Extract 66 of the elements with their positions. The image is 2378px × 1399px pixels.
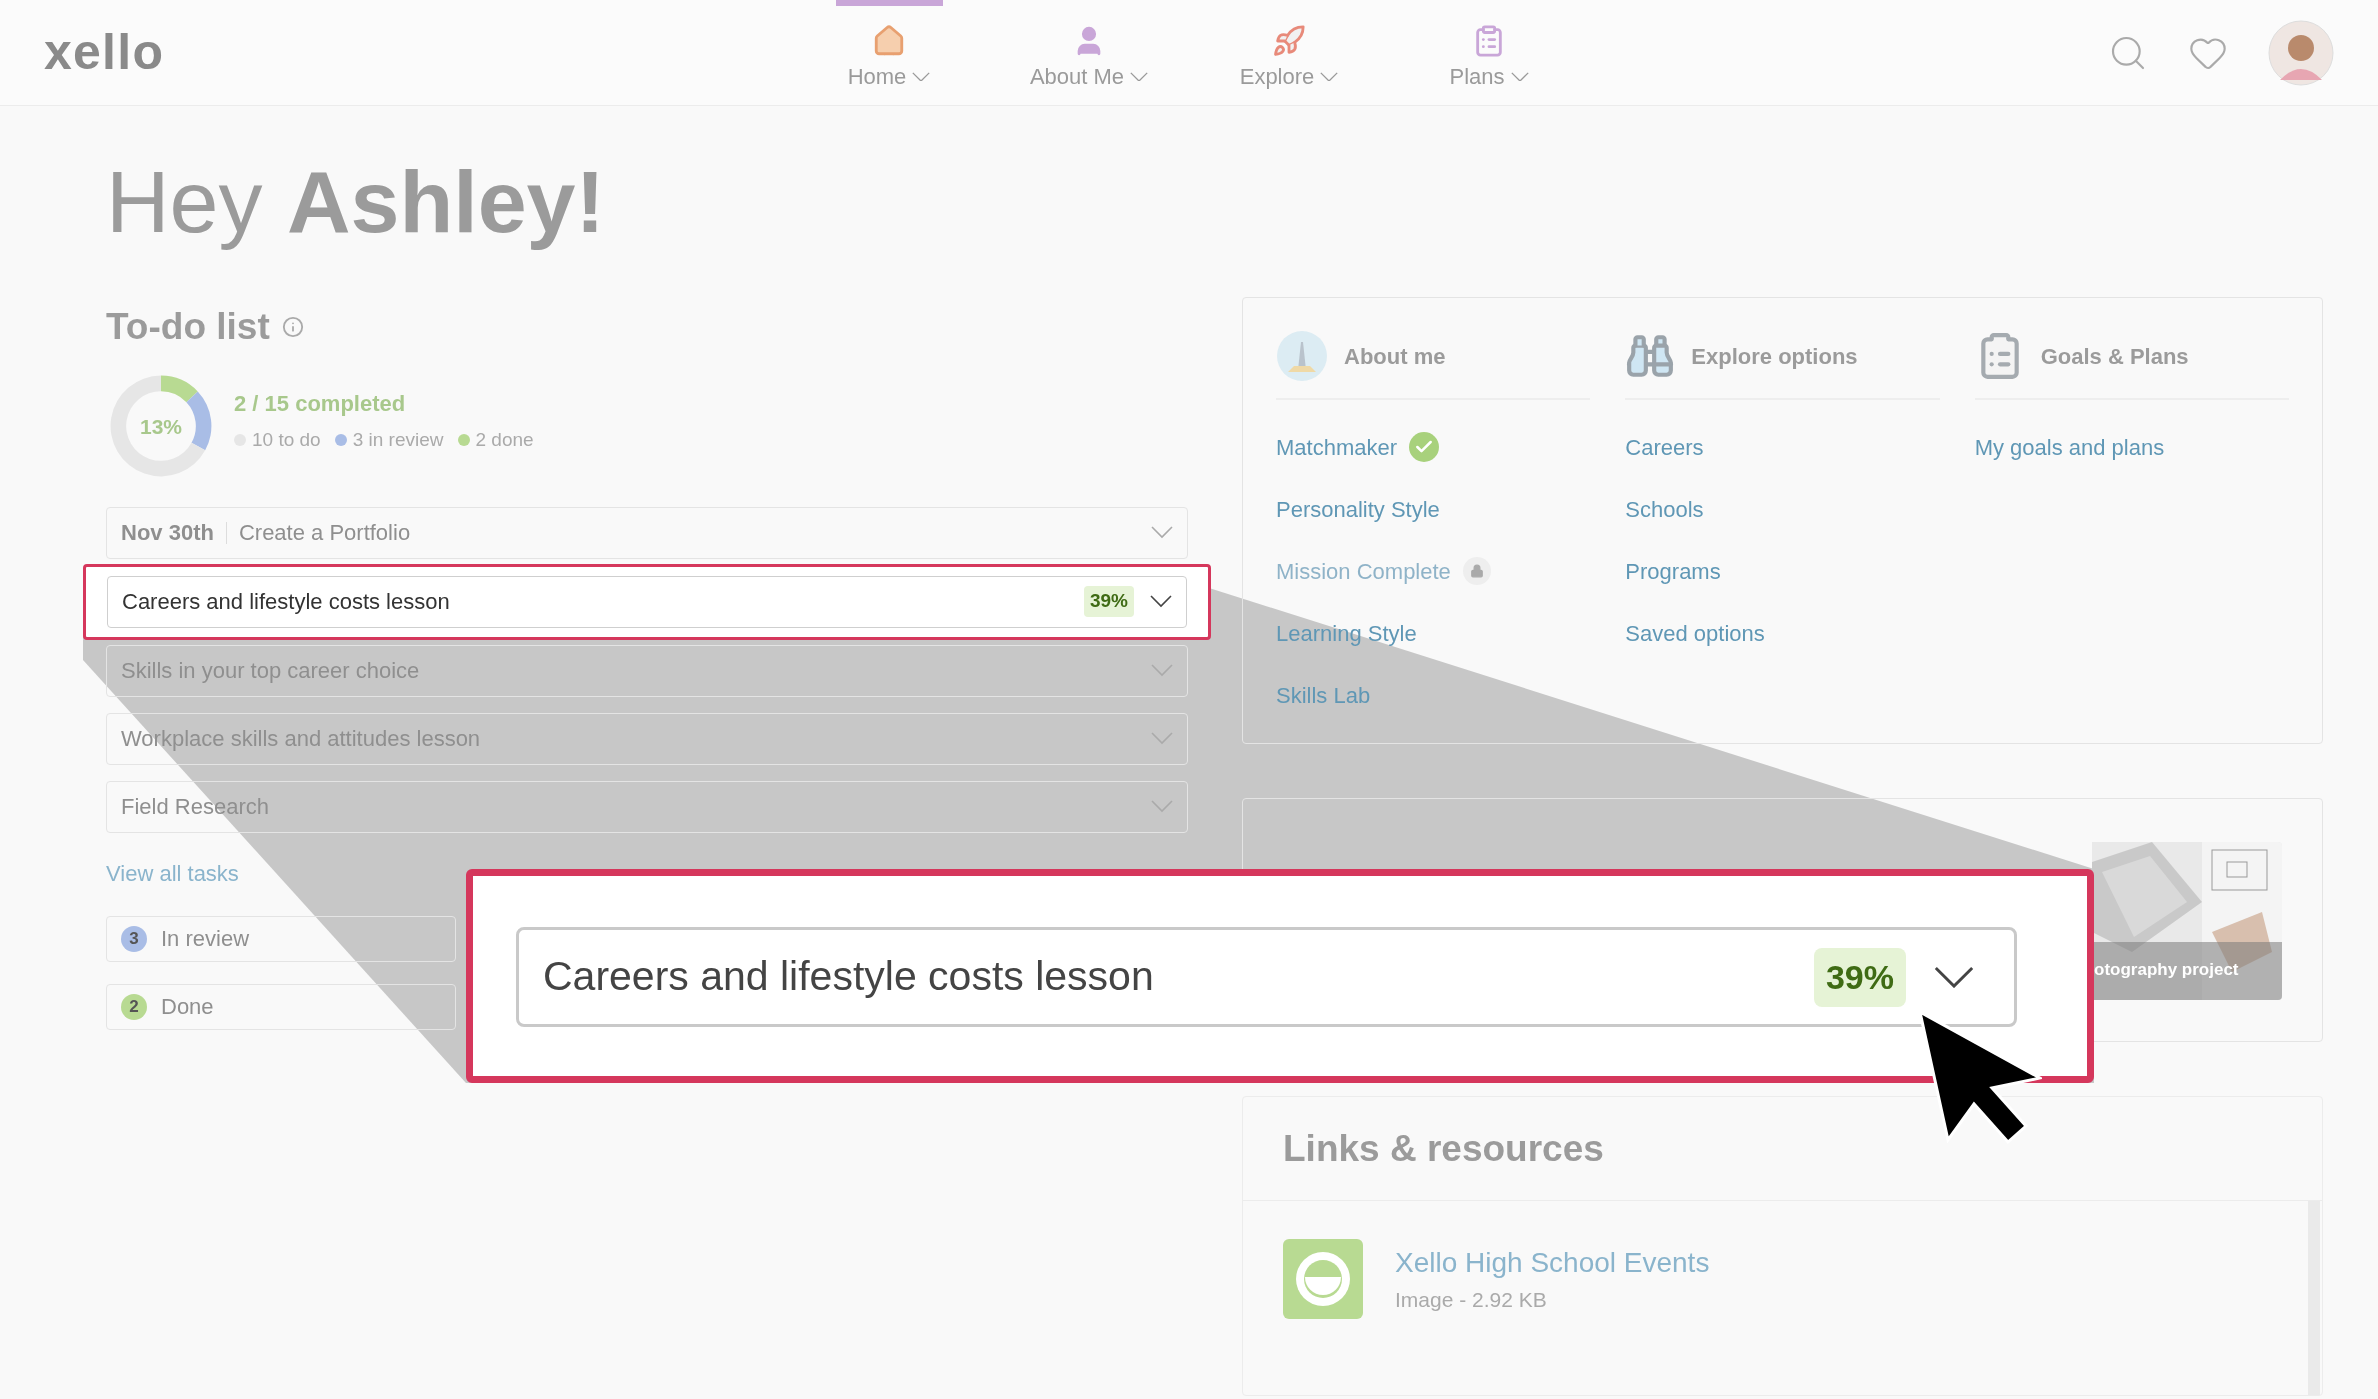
section-link[interactable]: Careers — [1625, 430, 1704, 464]
todo-title: To-do list — [106, 305, 270, 349]
rocket-icon — [1272, 24, 1306, 58]
nav-tab[interactable]: Explore — [1214, 0, 1364, 105]
chevron-down-icon — [1150, 595, 1172, 608]
count-badge: 3 — [121, 925, 147, 952]
resource-thumbnail-icon — [1283, 1239, 1363, 1319]
task-row[interactable]: Nov 30th Create a Portfolio — [106, 506, 1188, 559]
chevron-down-icon — [1320, 71, 1339, 82]
progress-badge: 39% — [1813, 947, 1906, 1007]
section-link[interactable]: Saved options — [1625, 616, 1765, 650]
resource-link[interactable]: Xello High School Events — [1395, 1242, 1710, 1285]
section-title: Goals & Plans — [2040, 342, 2189, 371]
task-title: Careers and lifestyle costs lesson — [122, 588, 451, 616]
section-title: About me — [1344, 342, 1446, 371]
completed-count: 2 / 15 completed — [234, 389, 407, 418]
count-badge: 2 — [121, 993, 147, 1020]
lock-icon — [1462, 557, 1491, 585]
task-title: Workplace skills and attitudes lesson — [121, 725, 482, 753]
section-link[interactable]: Schools — [1625, 492, 1704, 526]
chevron-down-icon — [1130, 71, 1149, 82]
section-link[interactable]: Personality Style — [1276, 492, 1440, 526]
section-link[interactable]: Programs — [1625, 554, 1721, 588]
section-link[interactable]: Matchmaker — [1276, 430, 1398, 464]
task-date: Nov 30th — [121, 519, 214, 547]
task-title: Careers and lifestyle costs lesson — [543, 952, 1155, 1002]
logo[interactable]: xello — [44, 15, 814, 90]
avatar[interactable] — [2268, 19, 2334, 86]
task-row[interactable]: Careers and lifestyle costs lesson 39% — [107, 575, 1187, 628]
legend-label: 2 done — [475, 427, 534, 452]
legend-label: 10 to do — [252, 427, 321, 452]
group-label: In review — [161, 925, 250, 953]
chevron-down-icon — [1151, 800, 1173, 813]
legend-label: 3 in review — [352, 427, 444, 452]
progress-percent: 13% — [140, 415, 182, 436]
task-title: Create a Portfolio — [238, 519, 412, 547]
task-group-row[interactable]: 2 Done — [106, 983, 456, 1030]
section-link[interactable]: Learning Style — [1276, 616, 1417, 650]
task-row[interactable]: Field Research — [106, 780, 1188, 833]
task-row[interactable]: Skills in your top career choice — [106, 644, 1188, 697]
tower-icon — [1276, 330, 1328, 382]
task-group-row[interactable]: 3 In review — [106, 915, 456, 962]
section-title: Explore options — [1691, 342, 1858, 371]
check-icon — [1409, 432, 1440, 462]
chevron-down-icon — [1151, 732, 1173, 745]
resource-meta: Image - 2.92 KB — [1395, 1287, 1548, 1314]
nav-tab[interactable]: Plans — [1414, 0, 1564, 105]
view-all-link[interactable]: View all tasks — [106, 856, 239, 890]
chevron-down-icon — [1510, 71, 1529, 82]
task-title: Field Research — [121, 793, 270, 821]
chevron-down-icon — [912, 71, 931, 82]
section-link[interactable]: My goals and plans — [1974, 430, 2165, 464]
progress-badge: 39% — [1083, 586, 1134, 617]
info-icon[interactable] — [281, 315, 304, 338]
task-row[interactable]: Workplace skills and attitudes lesson — [106, 712, 1188, 765]
group-label: Done — [161, 993, 214, 1021]
section-link[interactable]: Skills Lab — [1276, 678, 1371, 712]
task-row[interactable]: Careers and lifestyle costs lesson 39% — [516, 927, 2017, 1027]
chevron-down-icon — [1151, 526, 1173, 539]
house-icon — [872, 24, 906, 58]
chevron-down-icon — [1151, 664, 1173, 677]
task-title: Skills in your top career choice — [121, 657, 421, 685]
nav-tab[interactable]: About Me — [1014, 0, 1164, 105]
nav-tab[interactable]: Home — [814, 0, 964, 105]
chevron-down-icon — [1934, 966, 1974, 988]
project-caption: otography project — [2094, 958, 2239, 981]
